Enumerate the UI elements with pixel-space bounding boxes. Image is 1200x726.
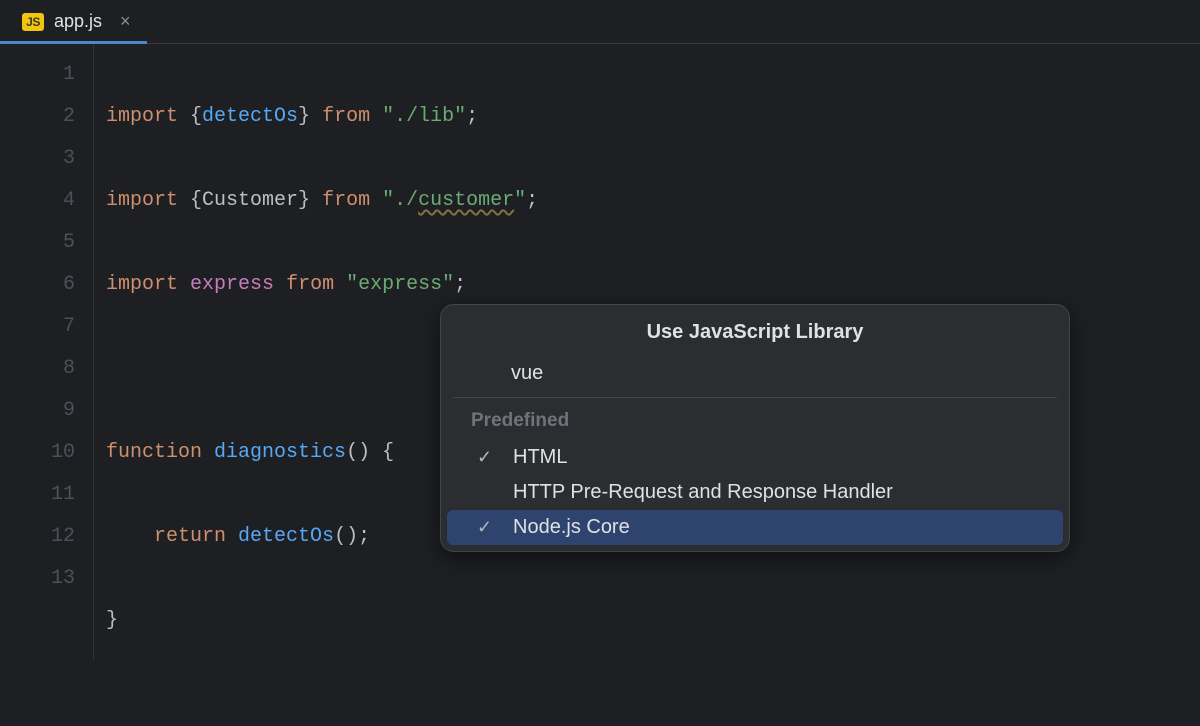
editor: 1 2 3 4 5 6 7 8 9 10 11 12 13 import {de… [0,44,1200,660]
line-number: 12 [0,516,75,558]
line-number: 3 [0,138,75,180]
popup-title: Use JavaScript Library [441,305,1069,358]
line-number: 4 [0,180,75,222]
code-line: import {Customer} from "./customer"; [106,180,538,222]
library-item-http-handler[interactable]: ✓ HTTP Pre-Request and Response Handler [447,475,1063,510]
line-number: 10 [0,432,75,474]
line-number: 13 [0,558,75,600]
separator [453,397,1057,398]
section-header: Predefined [441,408,1069,440]
check-icon: ✓ [477,482,513,503]
close-icon[interactable]: × [120,11,131,32]
library-item-label: HTTP Pre-Request and Response Handler [513,481,893,504]
library-item-label: HTML [513,446,567,469]
line-number: 6 [0,264,75,306]
check-icon: ✓ [477,517,513,538]
gutter: 1 2 3 4 5 6 7 8 9 10 11 12 13 [0,44,94,660]
code-line: import {detectOs} from "./lib"; [106,96,538,138]
library-item-label: Node.js Core [513,516,630,539]
library-item-nodejs-core[interactable]: ✓ Node.js Core [447,510,1063,545]
line-number: 5 [0,222,75,264]
js-file-icon: JS [22,13,44,31]
line-number: 7 [0,306,75,348]
line-number: 8 [0,348,75,390]
use-js-library-popup: Use JavaScript Library vue Predefined ✓ … [440,304,1070,552]
line-number: 11 [0,474,75,516]
tab-title: app.js [54,11,102,32]
code-line: import express from "express"; [106,264,538,306]
line-number: 1 [0,54,75,96]
check-icon: ✓ [477,447,513,468]
library-item-html[interactable]: ✓ HTML [447,440,1063,475]
code-line: } [106,600,538,642]
tab-bar: JS app.js × [0,0,1200,44]
line-number: 9 [0,390,75,432]
tab-app-js[interactable]: JS app.js × [12,0,141,43]
line-number: 2 [0,96,75,138]
library-search-input[interactable]: vue [441,358,1069,397]
